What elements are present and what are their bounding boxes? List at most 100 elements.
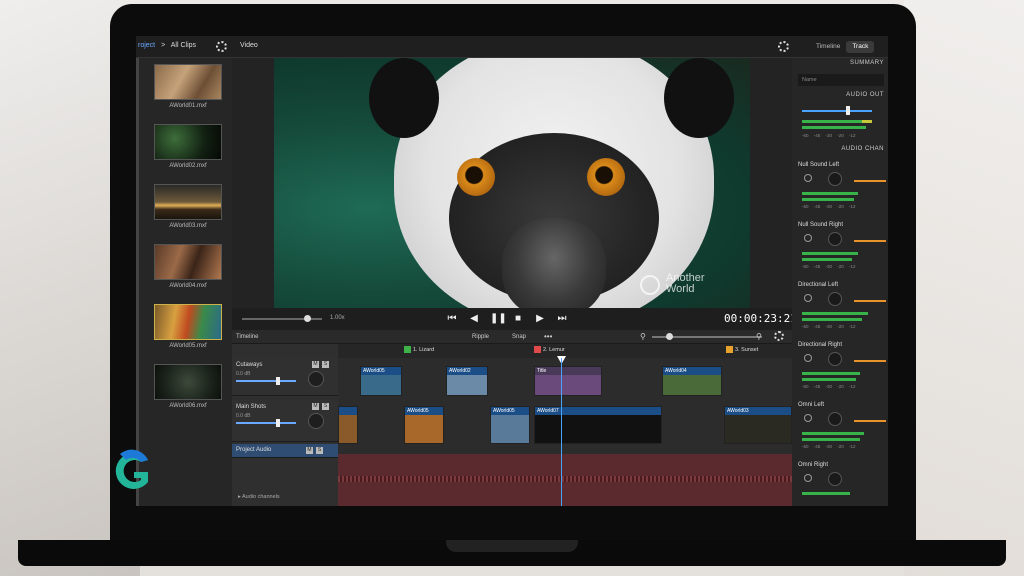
clip-thumbnail <box>154 364 222 400</box>
scrubber-knob[interactable] <box>304 315 311 322</box>
channel-meter <box>802 378 856 381</box>
clip-thumbnail <box>154 184 222 220</box>
solo-button[interactable]: S <box>316 447 323 454</box>
clip-item[interactable]: AWorld01.mxf <box>154 64 222 109</box>
segment-timeline[interactable]: Timeline <box>810 41 846 53</box>
lane-project-audio[interactable] <box>338 454 792 506</box>
channel-select-icon[interactable] <box>804 174 812 182</box>
video-frame[interactable]: Another World <box>274 58 750 308</box>
ripple-button[interactable]: Ripple <box>472 334 489 340</box>
mute-button[interactable]: M <box>312 403 319 410</box>
timeline-clip[interactable]: AWorld03 <box>724 406 792 444</box>
marker-lemur[interactable]: 2. Lemur <box>534 346 565 353</box>
name-field[interactable]: Name <box>798 74 884 86</box>
timeline-clip[interactable]: AWorld07 <box>534 406 662 444</box>
audio-channels-toggle[interactable]: ▸ Audio channels <box>238 494 280 500</box>
pause-icon[interactable]: ❚❚ <box>490 313 507 325</box>
volume-slider[interactable] <box>236 422 296 424</box>
meter-scale: -60 -45 -30 -20 -12 <box>802 444 856 449</box>
channel-meter <box>802 432 864 435</box>
clips-settings-gear-icon[interactable] <box>216 41 227 52</box>
channel-select-icon[interactable] <box>804 294 812 302</box>
viewer-settings-gear-icon[interactable] <box>778 41 789 52</box>
clip-name: AWorld01.mxf <box>169 103 207 109</box>
clip-item[interactable]: AWorld05.mxf <box>154 304 222 349</box>
mute-button[interactable]: M <box>312 361 319 368</box>
channel-pan-knob[interactable] <box>828 472 842 486</box>
channel-pan-knob[interactable] <box>828 412 842 426</box>
marker-flag-icon <box>534 346 541 353</box>
step-forward-icon[interactable]: ▶ <box>534 313 546 325</box>
audio-out-slider-knob[interactable] <box>846 106 850 115</box>
track-header-cutaways[interactable]: Cutaways M S 0.0 dB <box>232 358 338 396</box>
breadcrumb: roject > All Clips <box>138 42 196 49</box>
clip-item[interactable]: AWorld02.mxf <box>154 124 222 169</box>
mute-button[interactable]: M <box>306 447 313 454</box>
stop-icon[interactable]: ■ <box>512 313 524 325</box>
title-clip[interactable]: Title <box>534 366 602 396</box>
clip-item[interactable]: AWorld04.mxf <box>154 244 222 289</box>
clips-scrollbar[interactable] <box>136 58 139 506</box>
clip-thumbnail <box>154 304 222 340</box>
skip-back-icon[interactable]: ⏮ <box>446 313 458 325</box>
solo-button[interactable]: S <box>322 403 329 410</box>
track-header-project-audio[interactable]: Project Audio M S <box>232 444 338 458</box>
timeline-clip[interactable]: AWorld02 <box>446 366 488 396</box>
video-viewer: Another World <box>232 58 792 308</box>
timeline-clip[interactable]: AWorld05 <box>404 406 444 444</box>
volume-slider-knob[interactable] <box>276 419 280 427</box>
timeline-clip[interactable]: . <box>338 406 358 444</box>
step-back-icon[interactable]: ◀ <box>468 313 480 325</box>
volume-slider[interactable] <box>236 380 296 382</box>
marker-sunset[interactable]: 3. Sunset <box>726 346 758 353</box>
channel-pan-knob[interactable] <box>828 352 842 366</box>
lemur-eye-right <box>587 158 625 196</box>
channel-select-icon[interactable] <box>804 234 812 242</box>
volume-slider-knob[interactable] <box>276 377 280 385</box>
clip-item[interactable]: AWorld06.mxf <box>154 364 222 409</box>
timeline-clip[interactable]: AWorld05 <box>490 406 530 444</box>
zoom-out-icon[interactable]: ⚲ <box>640 332 646 341</box>
more-options-button[interactable]: ••• <box>544 332 552 341</box>
segment-track[interactable]: Track <box>846 41 875 53</box>
breadcrumb-parent[interactable]: roject <box>138 42 155 49</box>
transport-bar: 1.00x ⏮ ◀ ❚❚ ■ ▶ ⏭ 00:00:23:21 <box>232 308 797 330</box>
snap-button[interactable]: Snap <box>512 334 526 340</box>
track-header-main-shots[interactable]: Main Shots M S 0.0 dB <box>232 400 338 442</box>
zoom-in-icon[interactable]: ⚲ <box>756 332 762 341</box>
timeline-clip[interactable]: AWorld05 <box>360 366 402 396</box>
track-name: Project Audio <box>236 447 272 453</box>
clip-name: AWorld06.mxf <box>169 403 207 409</box>
background-right <box>904 0 1024 576</box>
timeline-toolbar: Timeline Ripple Snap ••• ⚲ ⚲ <box>232 330 792 344</box>
channel-pan-knob[interactable] <box>828 292 842 306</box>
channel-meter <box>802 192 858 195</box>
solo-button[interactable]: S <box>322 361 329 368</box>
audio-out-slider[interactable] <box>802 110 872 112</box>
timeline-tracks: AWorld05 AWorld02 Title AWorld04 . AWorl… <box>338 358 792 506</box>
pan-knob[interactable] <box>308 371 324 387</box>
channel-pan-knob[interactable] <box>828 172 842 186</box>
channel-select-icon[interactable] <box>804 414 812 422</box>
playhead[interactable] <box>561 358 562 506</box>
pan-knob[interactable] <box>308 413 324 429</box>
channel-meter <box>802 258 852 261</box>
channel-level-line <box>854 180 886 182</box>
playback-speed[interactable]: 1.00x <box>330 315 345 321</box>
channel-label: Omni Right <box>798 462 829 468</box>
channel-select-icon[interactable] <box>804 354 812 362</box>
clip-name: AWorld05.mxf <box>169 343 207 349</box>
channel-pan-knob[interactable] <box>828 232 842 246</box>
skip-forward-icon[interactable]: ⏭ <box>556 313 568 325</box>
timeline-label: Timeline <box>236 334 259 340</box>
marker-lizard[interactable]: 1. Lizard <box>404 346 434 353</box>
audio-out-meter-right <box>802 126 866 129</box>
track-gain: 0.0 dB <box>236 371 251 377</box>
zoom-slider-knob[interactable] <box>666 333 673 340</box>
timeline-ruler[interactable]: 1. Lizard 2. Lemur 3. Sunset <box>338 344 792 358</box>
timeline-clip[interactable]: AWorld04 <box>662 366 722 396</box>
clip-item[interactable]: AWorld03.mxf <box>154 184 222 229</box>
channel-select-icon[interactable] <box>804 474 812 482</box>
timeline-settings-gear-icon[interactable] <box>774 331 784 341</box>
lane-cutaways: AWorld05 AWorld02 Title AWorld04 <box>338 358 792 398</box>
